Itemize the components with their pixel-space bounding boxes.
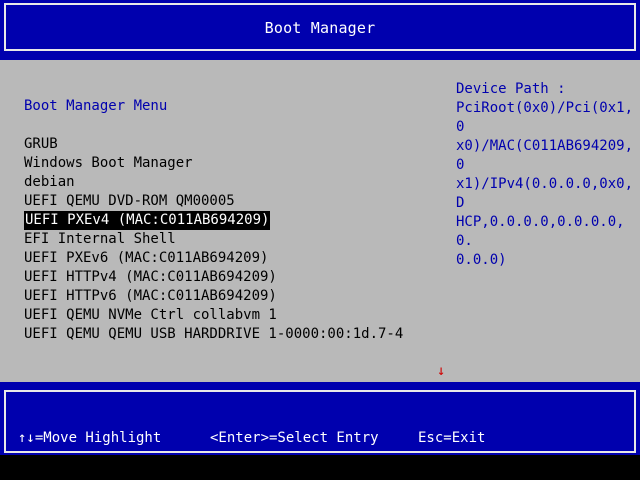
page-title: Boot Manager	[264, 19, 376, 37]
device-path-line: x0)/MAC(C011AB694209,0	[456, 138, 634, 173]
boot-entry-debian[interactable]: debian	[24, 173, 75, 192]
main-panel: Boot Manager Menu GRUB Windows Boot Mana…	[0, 60, 640, 382]
boot-entry-windows-boot-manager[interactable]: Windows Boot Manager	[24, 154, 193, 173]
boot-entry-usb-harddrive[interactable]: UEFI QEMU QEMU USB HARDDRIVE 1-0000:00:1…	[24, 325, 403, 344]
boot-entry-efi-shell[interactable]: EFI Internal Shell	[24, 230, 176, 249]
boot-entry-dvd-rom[interactable]: UEFI QEMU DVD-ROM QM00005	[24, 192, 235, 211]
footer-box: ↑↓=Move Highlight <Enter>=Select Entry E…	[4, 390, 636, 453]
header-band: Boot Manager	[0, 0, 640, 60]
device-path-label: Device Path :	[456, 81, 566, 97]
menu-title: Boot Manager Menu	[24, 98, 168, 114]
device-path-line: HCP,0.0.0.0,0.0.0.0,0.	[456, 214, 625, 249]
footer-exit-hint: Esc=Exit	[418, 430, 486, 446]
footer-band: ↑↓=Move Highlight <Enter>=Select Entry E…	[0, 382, 640, 455]
device-path-line: x1)/IPv4(0.0.0.0,0x0,D	[456, 176, 634, 211]
boot-entry-httpv6[interactable]: UEFI HTTPv6 (MAC:C011AB694209)	[24, 287, 277, 306]
device-path-help: Device Path : PciRoot(0x0)/Pci(0x1,0 x0)…	[456, 80, 636, 270]
device-path-line: PciRoot(0x0)/Pci(0x1,0	[456, 100, 634, 135]
header-box: Boot Manager	[4, 3, 636, 51]
footer-move-hint: ↑↓=Move Highlight	[18, 430, 162, 446]
boot-entry-pxev6[interactable]: UEFI PXEv6 (MAC:C011AB694209)	[24, 249, 268, 268]
footer-select-hint: <Enter>=Select Entry	[210, 430, 379, 446]
boot-entry-httpv4[interactable]: UEFI HTTPv4 (MAC:C011AB694209)	[24, 268, 277, 287]
boot-entry-pxev4-selected[interactable]: UEFI PXEv4 (MAC:C011AB694209)	[24, 211, 271, 230]
boot-entry-grub[interactable]: GRUB	[24, 135, 58, 154]
boot-entry-nvme[interactable]: UEFI QEMU NVMe Ctrl collabvm 1	[24, 306, 277, 325]
device-path-line: 0.0.0)	[456, 252, 507, 268]
scroll-down-arrow-icon: ↓	[437, 363, 446, 379]
